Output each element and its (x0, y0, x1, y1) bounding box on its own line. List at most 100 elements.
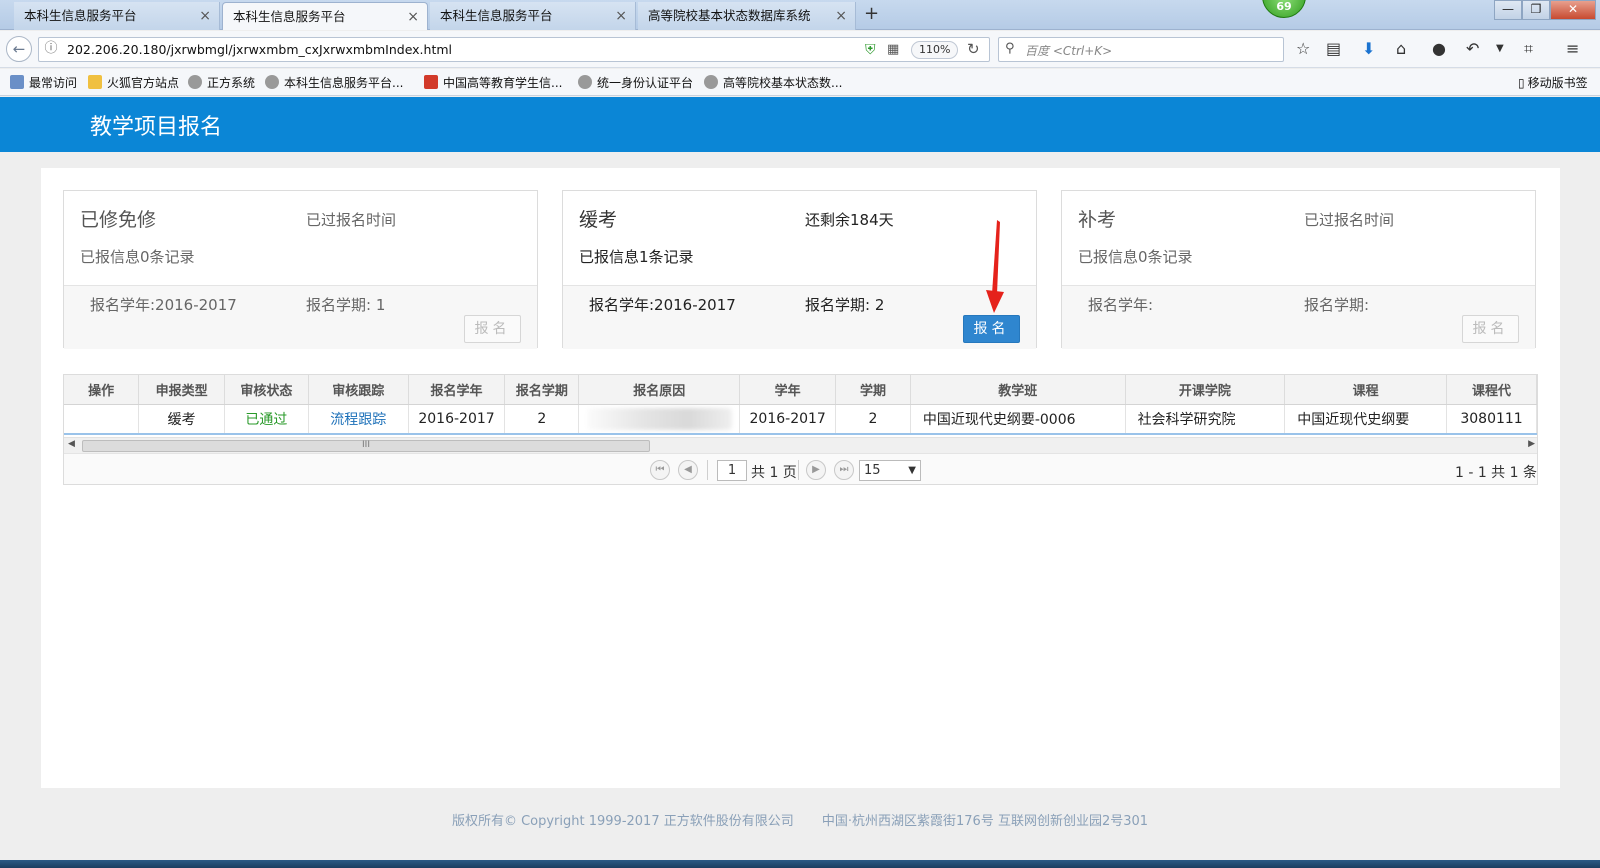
column-header[interactable]: 课程代 (1446, 375, 1537, 405)
browser-tab-3[interactable]: 本科生信息服务平台 × (430, 2, 636, 30)
browser-tab-1[interactable]: 本科生信息服务平台 × (14, 2, 220, 30)
url-text[interactable]: 202.206.20.180/jxrwbmgl/jxrwxmbm_cxJxrwx… (67, 42, 452, 57)
page-size-select[interactable]: 15 ▼ (859, 460, 921, 481)
page-number-input[interactable]: 1 (717, 460, 747, 481)
card-exemption: 已修免修 已过报名时间 已报信息0条记录 报名学年:2016-2017 报名学期… (63, 190, 538, 349)
annotation-arrow-icon (986, 220, 1004, 313)
mobile-bookmarks[interactable]: ▯ 移动版书签 (1518, 74, 1588, 91)
search-input[interactable]: ⚲ 百度 <Ctrl+K> (998, 37, 1284, 62)
card-makeup-exam: 补考 已过报名时间 已报信息0条记录 报名学年: 报名学期: 报名 (1061, 190, 1536, 349)
shield-icon[interactable]: ⛨ (865, 42, 876, 58)
browser-tab-bar: 本科生信息服务平台 × 本科生信息服务平台 × 本科生信息服务平台 × 高等院校… (0, 0, 1600, 30)
bookmark-item[interactable]: 最常访问 (10, 74, 77, 91)
cell-type: 缓考 (138, 403, 226, 435)
os-taskbar (0, 860, 1600, 868)
address-text: 中国·杭州西湖区紫霞街176号 互联网创新创业园2号301 (821, 814, 1149, 829)
address-bar[interactable]: ⓘ 202.206.20.180/jxrwbmgl/jxrwxmbm_cxJxr… (38, 37, 990, 62)
undo-icon[interactable]: ↶ (1466, 39, 1479, 58)
column-header[interactable]: 报名学年 (408, 375, 506, 405)
page-total: 共 1 页 (751, 465, 797, 481)
star-icon[interactable]: ☆ (1296, 39, 1310, 58)
cell-apply-term: 2 (504, 403, 580, 435)
column-header[interactable]: 教学班 (910, 375, 1126, 405)
card-footer: 报名学年: 报名学期: 报名 (1062, 285, 1535, 349)
scroll-left-icon[interactable]: ◀ (68, 439, 75, 449)
close-icon[interactable]: × (835, 2, 847, 30)
cell-year: 2016-2017 (739, 403, 837, 435)
crop-icon[interactable]: ⌗ (1524, 39, 1533, 59)
tab-title: 本科生信息服务平台 (24, 8, 137, 23)
home-icon[interactable]: ⌂ (1396, 39, 1406, 58)
menu-icon[interactable]: ≡ (1566, 39, 1579, 58)
new-tab-button[interactable]: + (864, 3, 879, 24)
last-page-icon[interactable]: ⏭ (834, 460, 854, 480)
maximize-icon[interactable]: ❐ (1522, 0, 1550, 20)
column-header[interactable]: 开课学院 (1125, 375, 1286, 405)
minimize-icon[interactable]: — (1494, 0, 1522, 20)
tab-title: 本科生信息服务平台 (440, 8, 553, 23)
cell-apply-year: 2016-2017 (408, 403, 506, 435)
register-button-disabled: 报名 (1462, 315, 1519, 343)
first-page-icon[interactable]: ⏮ (650, 460, 670, 480)
reading-list-icon[interactable]: ▤ (1326, 39, 1341, 58)
back-arrow-icon[interactable]: ← (6, 36, 32, 62)
site-logo-icon (424, 75, 438, 89)
column-header[interactable]: 申报类型 (138, 375, 226, 405)
card-title: 缓考 (579, 209, 618, 231)
column-header[interactable]: 课程 (1284, 375, 1448, 405)
close-icon[interactable]: × (199, 2, 211, 30)
card-year: 报名学年:2016-2017 (589, 296, 736, 314)
reload-icon[interactable]: ↻ (967, 40, 980, 58)
column-header[interactable]: 操作 (64, 375, 140, 405)
next-page-icon[interactable]: ▶ (806, 460, 826, 480)
window-close-icon[interactable]: ✕ (1550, 0, 1596, 20)
browser-tab-4[interactable]: 高等院校基本状态数据库系统 × (638, 2, 856, 30)
page-footer: 版权所有© Copyright 1999-2017 正方软件股份有限公司 中国·… (0, 810, 1600, 829)
cell-course-code: 3080111 (1446, 403, 1537, 435)
cell-reason (578, 403, 741, 435)
bookmark-item[interactable]: 中国高等教育学生信... (424, 74, 562, 91)
scroll-right-icon[interactable]: ▶ (1528, 439, 1535, 449)
download-icon[interactable]: ⬇ (1362, 39, 1375, 58)
chevron-down-icon[interactable]: ▼ (1496, 43, 1504, 54)
table-row[interactable]: 缓考 已通过 流程跟踪 2016-2017 2 2016-2017 2 中国近现… (64, 403, 1537, 435)
card-title: 已修免修 (80, 209, 157, 231)
bookmark-item[interactable]: 高等院校基本状态数... (704, 74, 842, 91)
column-header[interactable]: 学年 (739, 375, 837, 405)
prev-page-icon[interactable]: ◀ (678, 460, 698, 480)
info-icon[interactable]: ⓘ (43, 41, 59, 57)
browser-tab-2[interactable]: 本科生信息服务平台 × (222, 2, 428, 30)
card-term: 报名学期: 2 (805, 296, 885, 314)
pager-divider (798, 460, 799, 480)
cell-class: 中国近现代史纲要-0006 (910, 403, 1126, 435)
chat-icon[interactable]: ● (1432, 39, 1446, 58)
close-icon[interactable]: × (407, 3, 419, 30)
qrcode-icon[interactable]: ▦ (887, 42, 899, 57)
card-year: 报名学年: (1088, 296, 1154, 314)
cell-operation[interactable] (64, 403, 140, 435)
column-header[interactable]: 学期 (835, 375, 911, 405)
close-icon[interactable]: × (615, 2, 627, 30)
zoom-level[interactable]: 110% (911, 41, 959, 59)
horizontal-scrollbar[interactable]: ◀ III ▶ (64, 437, 1537, 453)
tracking-link[interactable]: 流程跟踪 (330, 412, 386, 428)
register-button[interactable]: 报名 (963, 315, 1020, 343)
bookmark-item[interactable]: 本科生信息服务平台... (265, 74, 403, 91)
bookmark-item[interactable]: 正方系统 (188, 74, 255, 91)
search-icon: ⚲ (1005, 41, 1015, 56)
record-count: 1 - 1 共 1 条 (1454, 465, 1537, 481)
card-term: 报名学期: 1 (306, 296, 386, 314)
column-header[interactable]: 报名原因 (578, 375, 741, 405)
column-header[interactable]: 审核状态 (224, 375, 309, 405)
cell-course: 中国近现代史纲要 (1284, 403, 1448, 435)
bookmark-item[interactable]: 统一身份认证平台 (578, 74, 693, 91)
page-size-value: 15 (864, 463, 881, 478)
globe-icon (265, 75, 279, 89)
column-header[interactable]: 报名学期 (504, 375, 580, 405)
scrollbar-thumb[interactable]: III (82, 440, 650, 452)
page-header: 教学项目报名 (0, 97, 1600, 152)
notification-badge[interactable]: 69 (1262, 0, 1306, 18)
column-header[interactable]: 审核跟踪 (308, 375, 409, 405)
bookmark-item[interactable]: 火狐官方站点 (88, 74, 179, 91)
main-content: 已修免修 已过报名时间 已报信息0条记录 报名学年:2016-2017 报名学期… (41, 168, 1560, 788)
